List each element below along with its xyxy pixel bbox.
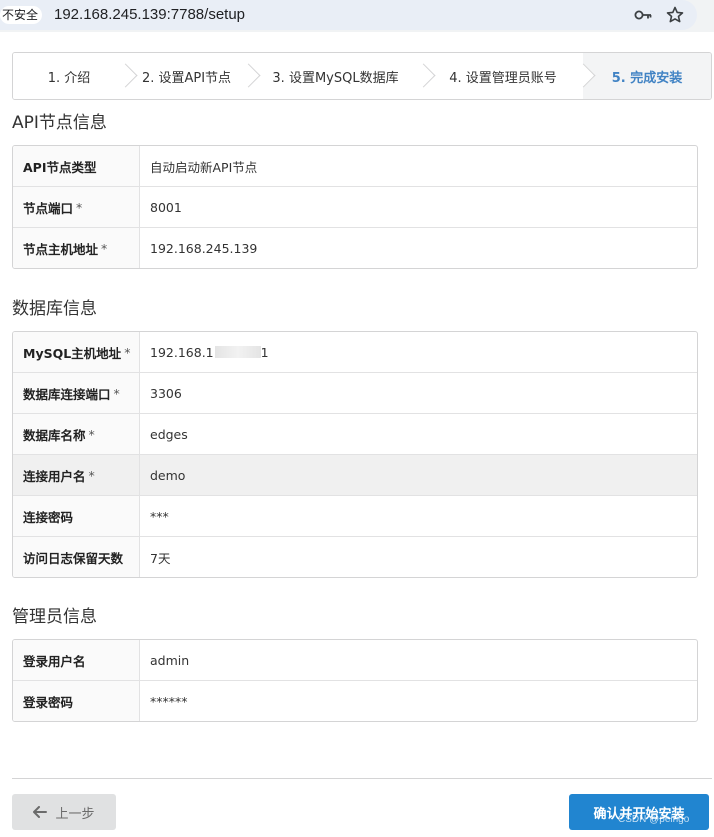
label-text: 数据库连接端口 <box>23 386 111 402</box>
label-text: 访问日志保留天数 <box>23 550 124 566</box>
row-label: 登录密码 <box>13 681 140 721</box>
row-label: 连接用户名 * <box>13 455 140 495</box>
table-row: MySQL主机地址 * 192.168.1 1 <box>13 332 697 372</box>
table-row: 连接用户名 * demo <box>13 454 697 495</box>
row-label: 节点主机地址 * <box>13 228 140 268</box>
label-text: 节点主机地址 <box>23 241 99 257</box>
api-section-title: API节点信息 <box>12 113 107 133</box>
row-value: 3306 <box>150 385 182 401</box>
row-label: 访问日志保留天数 <box>13 537 140 577</box>
star-icon[interactable] <box>665 5 685 25</box>
label-text: API节点类型 <box>23 159 97 175</box>
row-label: MySQL主机地址 * <box>13 332 140 372</box>
row-label: 数据库连接端口 * <box>13 373 140 413</box>
redaction-blur <box>214 346 261 358</box>
security-indicator[interactable]: 不安全 <box>0 6 43 24</box>
api-info-table: API节点类型 自动启动新API节点 节点端口 * 8001 节点主机地址 * 19… <box>12 145 698 269</box>
label-text: 登录用户名 <box>23 653 86 669</box>
required-mark: * <box>88 467 95 483</box>
row-label: 数据库名称 * <box>13 414 140 454</box>
step-label: 2. 设置API节点 <box>141 70 232 86</box>
setup-steps: 1. 介绍 2. 设置API节点 3. 设置MySQL数据库 4. 设置管理员账… <box>12 52 712 100</box>
step-api-node[interactable]: 2. 设置API节点 <box>125 53 248 99</box>
table-row: 节点主机地址 * 192.168.245.139 <box>13 227 697 268</box>
required-mark: * <box>76 199 83 215</box>
table-row: 数据库连接端口 * 3306 <box>13 372 697 413</box>
table-row: 登录用户名 admin <box>13 640 697 680</box>
admin-info-table: 登录用户名 admin 登录密码 ****** <box>12 639 698 722</box>
db-info-table: MySQL主机地址 * 192.168.1 1 数据库连接端口 * 3306 数据库名… <box>12 331 698 578</box>
watermark: CSDN @peirigo <box>618 814 690 825</box>
row-value: 自动启动新API节点 <box>150 159 258 175</box>
label-text: 连接密码 <box>23 509 74 525</box>
row-value: 7天 <box>150 550 171 566</box>
table-row: 数据库名称 * edges <box>13 413 697 454</box>
table-row: 连接密码 *** <box>13 495 697 536</box>
step-label: 1. 介绍 <box>47 70 91 86</box>
label-text: MySQL主机地址 <box>23 345 122 361</box>
table-row: 节点端口 * 8001 <box>13 186 697 227</box>
step-mysql[interactable]: 3. 设置MySQL数据库 <box>248 53 423 99</box>
footer-divider <box>12 778 712 779</box>
row-value: 8001 <box>150 199 182 215</box>
row-value: admin <box>150 652 190 668</box>
row-label: 连接密码 <box>13 496 140 536</box>
label-text: 连接用户名 <box>23 468 86 484</box>
row-label: API节点类型 <box>13 146 140 186</box>
label-text: 数据库名称 <box>23 427 86 443</box>
step-admin[interactable]: 4. 设置管理员账号 <box>423 53 583 99</box>
browser-address-bar: 不安全 192.168.245.139:7788/setup <box>0 0 714 32</box>
previous-step-label: 上一步 <box>55 806 95 822</box>
table-row: 登录密码 ****** <box>13 680 697 721</box>
db-section-title: 数据库信息 <box>12 299 97 319</box>
address-field[interactable]: 不安全 192.168.245.139:7788/setup <box>0 0 697 30</box>
previous-step-button[interactable]: 上一步 <box>12 794 116 830</box>
step-label: 5. 完成安装 <box>611 70 683 86</box>
required-mark: * <box>101 240 108 256</box>
label-text: 节点端口 <box>23 200 74 216</box>
row-label: 登录用户名 <box>13 640 140 680</box>
step-intro[interactable]: 1. 介绍 <box>13 53 125 99</box>
table-row: API节点类型 自动启动新API节点 <box>13 146 697 186</box>
row-value: *** <box>150 508 169 524</box>
row-value: edges <box>150 426 188 442</box>
step-label: 4. 设置管理员账号 <box>449 70 557 86</box>
key-icon[interactable] <box>633 5 653 25</box>
step-label: 3. 设置MySQL数据库 <box>272 70 399 86</box>
row-value: 192.168.1 1 <box>140 332 697 372</box>
admin-section-title: 管理员信息 <box>12 607 97 627</box>
url-text[interactable]: 192.168.245.139:7788/setup <box>54 5 245 25</box>
label-text: 登录密码 <box>23 694 74 710</box>
row-label: 节点端口 * <box>13 187 140 227</box>
row-value: 192.168.245.139 <box>150 240 258 256</box>
arrow-left-icon <box>33 806 48 818</box>
row-value: demo <box>140 455 697 495</box>
step-finish[interactable]: 5. 完成安装 <box>583 53 711 99</box>
row-value: ****** <box>150 693 188 709</box>
value-suffix: 1 <box>260 344 269 360</box>
value-text: 192.168.1 <box>150 344 214 360</box>
required-mark: * <box>113 385 120 401</box>
required-mark: * <box>124 344 131 360</box>
required-mark: * <box>88 426 95 442</box>
table-row: 访问日志保留天数 7天 <box>13 536 697 577</box>
